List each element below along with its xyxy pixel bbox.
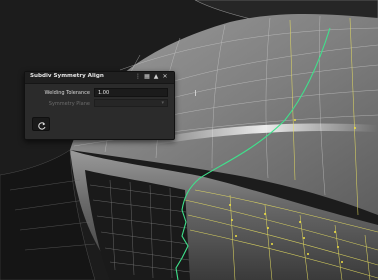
symmetry-plane-label: Symmetry Plane [48,101,90,107]
panel-title: Subdiv Symmetry Align [30,73,104,79]
3d-viewport[interactable] [0,0,378,280]
grid-icon[interactable]: ▦ [144,74,150,80]
welding-tolerance-input[interactable]: 1.00 [94,88,196,97]
panel-title-bar[interactable]: Subdiv Symmetry Align ⋮ ▦ ▲ ✕ [25,72,174,84]
chevron-down-icon: ▾ [161,100,164,106]
close-icon[interactable]: ✕ [162,74,168,80]
tolerance-slider-handle[interactable] [195,90,196,96]
welding-tolerance-label: Welding Tolerance [44,90,90,96]
grip-icon[interactable]: ⋮ [135,74,141,80]
reset-icon [38,122,46,130]
reset-button[interactable] [32,117,50,131]
subdiv-symmetry-align-panel: Subdiv Symmetry Align ⋮ ▦ ▲ ✕ Welding To… [24,71,196,140]
symmetry-plane-dropdown[interactable]: ▾ [94,99,168,107]
pin-icon[interactable]: ▲ [153,74,159,80]
welding-tolerance-value: 1.00 [98,90,110,96]
